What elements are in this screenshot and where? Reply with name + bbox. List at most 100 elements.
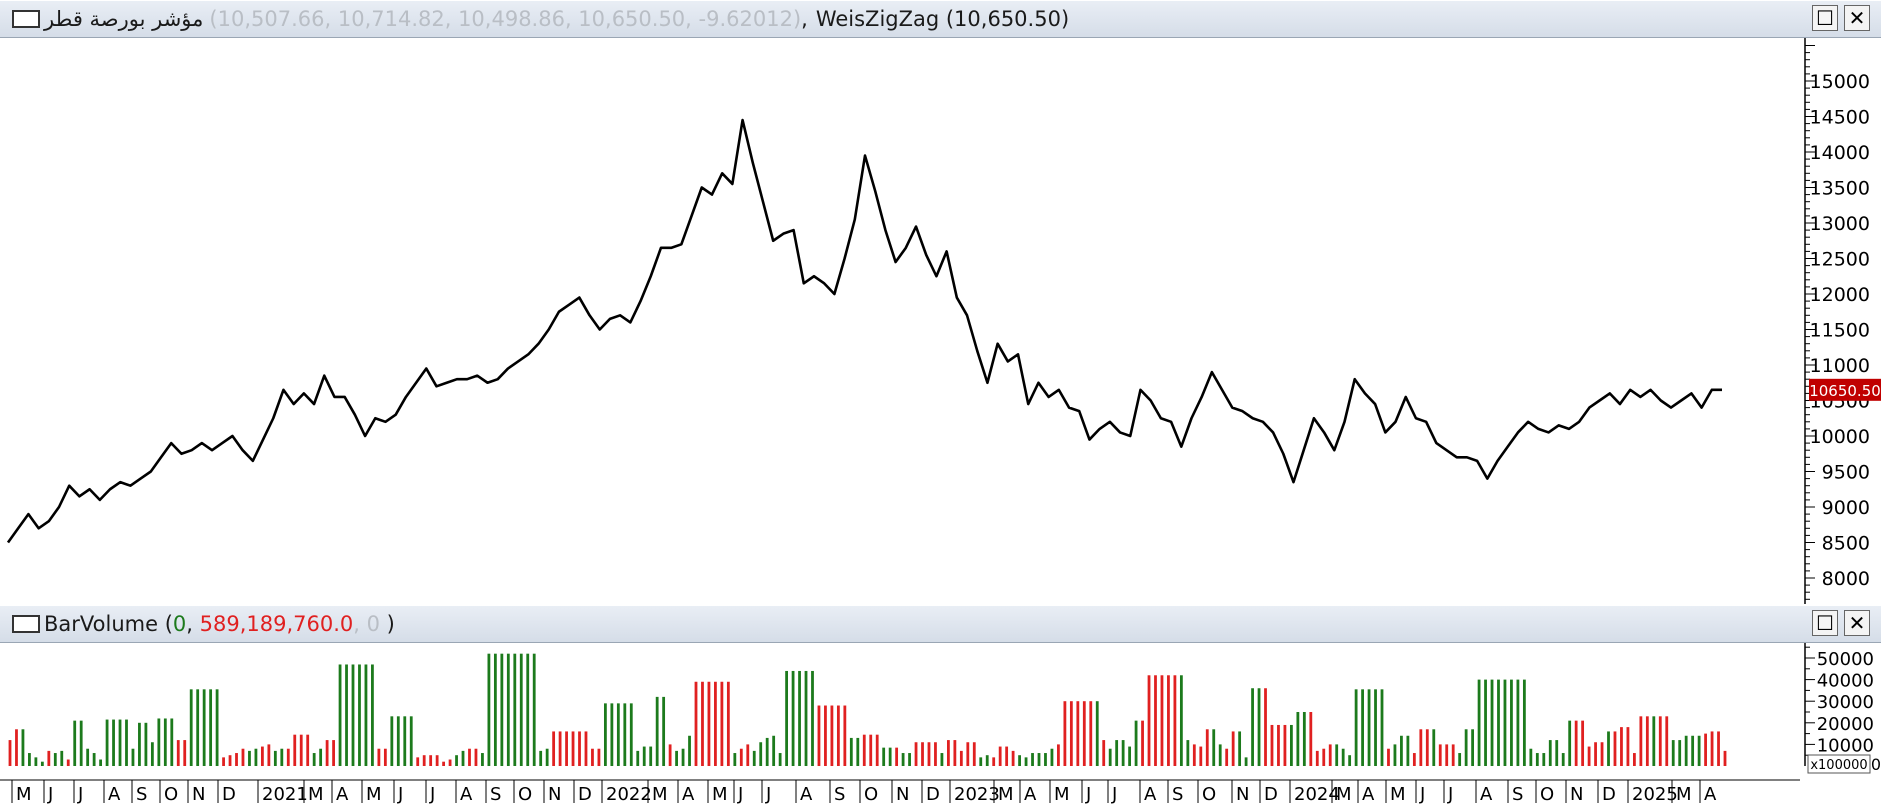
- volume-bar: [908, 753, 911, 766]
- volume-scale-label: x100000: [1810, 758, 1867, 773]
- volume-bar: [623, 703, 627, 766]
- volume-bar: [1581, 720, 1585, 766]
- volume-bar: [701, 681, 704, 766]
- volume-bar: [99, 759, 103, 766]
- time-tick-label: M: [652, 784, 668, 805]
- volume-bar: [150, 742, 154, 766]
- price-tick-label: 8000: [1822, 568, 1870, 590]
- volume-bar: [1309, 712, 1313, 766]
- volume-bar: [1697, 735, 1701, 766]
- volume-bar: [610, 703, 614, 766]
- volume-bar: [1704, 733, 1707, 766]
- volume-bar: [176, 740, 180, 766]
- price-chart[interactable]: 8000850090009500100001050011000115001200…: [0, 38, 1881, 604]
- time-tick-label: 2022: [606, 784, 652, 805]
- volume-bar: [1568, 720, 1572, 766]
- volume-pane-header: BarVolume (0, 589,189,760.0, 0 ) ☐ ✕: [0, 606, 1881, 643]
- volume-bar: [1626, 727, 1630, 766]
- close-button[interactable]: ✕: [1844, 610, 1870, 636]
- volume-bar: [293, 734, 297, 766]
- volume-bar: [655, 696, 659, 766]
- volume-bar: [15, 729, 18, 766]
- volume-bar: [934, 742, 937, 766]
- volume-bar: [241, 748, 245, 766]
- maximize-button[interactable]: ☐: [1812, 5, 1838, 31]
- volume-bar: [383, 748, 387, 766]
- time-tick-label: D: [1264, 784, 1278, 805]
- volume-bar: [1645, 716, 1649, 766]
- volume-bar: [1069, 701, 1073, 766]
- price-pane-header: مؤشر بورصة قطر (10,507.66, 10,714.82, 10…: [0, 1, 1881, 38]
- time-tick-label: D: [1602, 784, 1616, 805]
- close-button[interactable]: ✕: [1844, 5, 1870, 31]
- volume-bar: [1264, 688, 1267, 766]
- price-tick-label: 9000: [1822, 497, 1870, 519]
- ohlc-values: (10,507.66, 10,714.82, 10,498.86, 10,650…: [209, 7, 802, 31]
- volume-bar: [325, 740, 329, 766]
- volume-bar: [1018, 755, 1021, 766]
- volume-bar: [1341, 748, 1345, 766]
- price-tick-label: 11500: [1810, 320, 1870, 342]
- volume-bar: [299, 734, 303, 766]
- volume-bar: [1516, 679, 1520, 766]
- volume-bar: [1089, 701, 1093, 766]
- volume-bar: [86, 748, 90, 766]
- volume-bar: [1283, 724, 1287, 766]
- volume-bar: [416, 757, 420, 766]
- volume-bar: [112, 719, 115, 766]
- volume-bar: [1652, 716, 1656, 766]
- volume-bar: [1108, 748, 1112, 766]
- volume-label-sep2: ,: [353, 612, 367, 636]
- time-tick-label: J: [47, 784, 53, 805]
- volume-bar: [260, 746, 264, 766]
- pane-window-icon[interactable]: [12, 615, 40, 633]
- volume-bar: [73, 720, 77, 766]
- volume-bar: [183, 740, 187, 766]
- volume-bar: [1251, 688, 1254, 766]
- volume-bar: [1173, 675, 1177, 766]
- volume-bar: [163, 718, 167, 766]
- volume-bar: [1620, 727, 1623, 766]
- volume-bar: [1710, 731, 1714, 766]
- volume-bar: [105, 719, 109, 766]
- volume-bar: [358, 664, 361, 766]
- price-tick-label: 14000: [1810, 142, 1870, 164]
- volume-bar: [1717, 731, 1720, 766]
- separator: ,: [801, 7, 808, 31]
- volume-bar: [1231, 731, 1235, 766]
- volume-bar: [532, 653, 536, 766]
- volume-bar: [1192, 744, 1196, 766]
- time-tick-label: M: [16, 784, 32, 805]
- volume-bar: [1322, 748, 1326, 766]
- time-tick-label: A: [108, 784, 121, 805]
- volume-bar: [1393, 744, 1397, 766]
- time-tick-label: M: [308, 784, 324, 805]
- volume-label-v1: 0: [172, 612, 187, 636]
- time-tick-label: A: [682, 784, 695, 805]
- volume-bar: [571, 731, 575, 766]
- time-tick-label: O: [518, 784, 532, 805]
- time-tick-label: A: [460, 784, 473, 805]
- volume-bar: [565, 731, 568, 766]
- pane-window-icon[interactable]: [12, 10, 40, 28]
- maximize-button[interactable]: ☐: [1812, 610, 1838, 636]
- volume-bar: [1425, 729, 1429, 766]
- volume-bar: [1031, 753, 1034, 766]
- time-tick-label: O: [1202, 784, 1216, 805]
- volume-bar: [1147, 675, 1151, 766]
- volume-label: BarVolume (0, 589,189,760.0, 0 ): [44, 612, 395, 636]
- volume-bar: [1607, 731, 1610, 766]
- volume-bar: [1691, 735, 1695, 766]
- volume-bar: [1503, 679, 1507, 766]
- volume-label-name: BarVolume: [44, 612, 159, 636]
- volume-bar: [1438, 744, 1442, 766]
- volume-bar: [280, 748, 284, 766]
- indicator-label: WeisZigZag (10,650.50): [815, 7, 1070, 31]
- volume-bar: [66, 759, 70, 766]
- volume-bar: [636, 750, 640, 766]
- volume-bar: [921, 742, 924, 766]
- volume-tick-label: 50000: [1817, 649, 1874, 670]
- volume-bar: [836, 705, 840, 766]
- volume-bar: [1037, 753, 1041, 766]
- volume-chart[interactable]: 1000020000300004000050000x100000 0M J J A S O N…: [0, 643, 1881, 807]
